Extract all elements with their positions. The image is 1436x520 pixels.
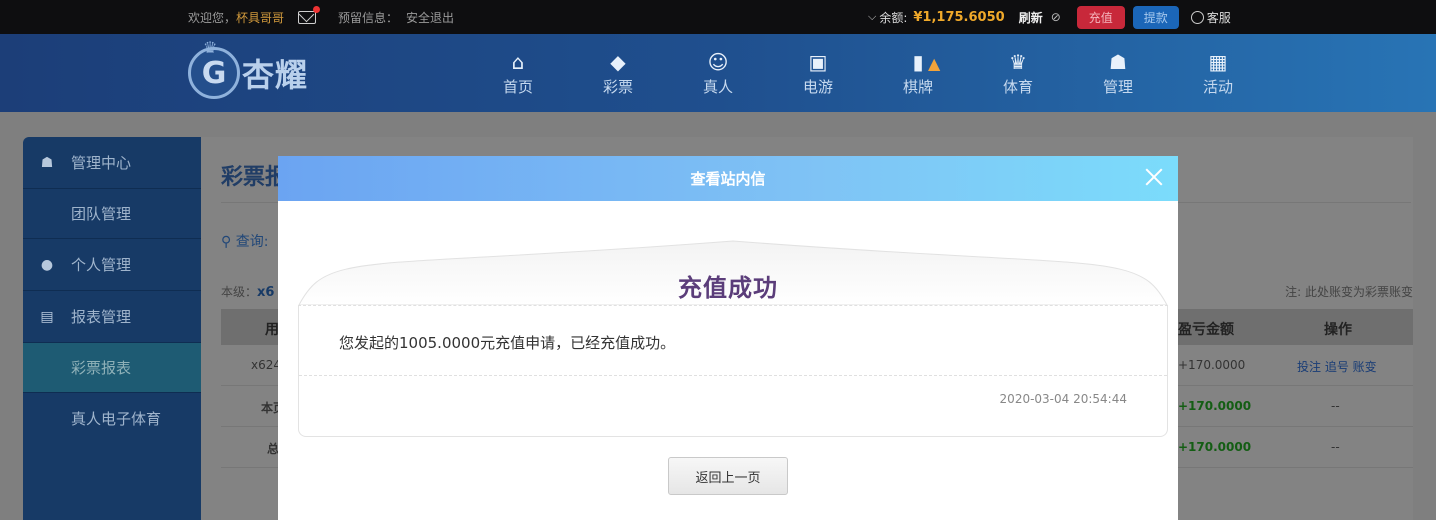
main-header: ♛ G 杏耀 ⌂ 首页 ◆ 彩票 ☺ 真人 ▣ 电游 ▮ 棋牌 ▲ ♛ 体育 ☗ 管理 ▦ 活动 (0, 34, 1436, 112)
logo-emblem-icon: ♛ G (188, 38, 240, 99)
trophy-icon: ♛ (1009, 49, 1027, 74)
cell-profit: +170.0000 (1178, 358, 1246, 372)
level-value[interactable]: x6 (257, 285, 274, 300)
dialog-header: 查看站内信 (278, 156, 1178, 201)
nav-item-0[interactable]: ⌂ 首页 (468, 34, 568, 112)
message-divider (299, 375, 1167, 376)
sidebar: ☗ 管理中心 团队管理 ● 个人管理 ▤ 报表管理 彩票报表 真人电子体育 (23, 137, 201, 520)
balance-label: 余额: (879, 10, 908, 25)
column-header-user: 用 (265, 322, 279, 338)
nav-item-1[interactable]: ◆ 彩票 (568, 34, 668, 112)
user-icon: ● (40, 256, 54, 273)
top-bar-left: 欢迎您， 杯具哥哥 预留信息： 安全退出 (188, 0, 454, 34)
sidebar-item-label: 个人管理 (71, 256, 132, 274)
nav-item-label: 电游 (802, 77, 833, 96)
cell-profit: +170.0000 (1178, 440, 1252, 454)
top-bar: 欢迎您， 杯具哥哥 预留信息： 安全退出 ⌵ 余额: ¥1,175.6050 刷… (0, 0, 1436, 34)
column-header-action: 操作 (1324, 322, 1352, 338)
slot-machine-icon: ▣ (808, 49, 828, 74)
message-card: 您发起的1005.0000元充值申请，已经充值成功。 2020-03-04 20… (298, 305, 1168, 437)
nav-item-label: 活动 (1202, 77, 1233, 96)
search-icon: ⚲ (221, 234, 236, 250)
message-body: 您发起的1005.0000元充值申请，已经充值成功。 (339, 334, 676, 352)
query-link[interactable]: ⚲ 查询: (221, 231, 268, 251)
nav-item-7[interactable]: ▦ 活动 (1168, 34, 1268, 112)
users-icon: ☗ (40, 154, 54, 171)
top-bar-right: ⌵ 余额: ¥1,175.6050 刷新 ⊘ 充值 提款 客服 (868, 0, 1231, 34)
row-action-links[interactable]: 投注 追号 账变 (1297, 358, 1377, 375)
nav-item-3[interactable]: ▣ 电游 (768, 34, 868, 112)
close-icon[interactable] (1140, 163, 1168, 191)
users-icon: ☗ (1109, 49, 1127, 74)
cell-profit: +170.0000 (1178, 399, 1252, 413)
main-nav: ⌂ 首页 ◆ 彩票 ☺ 真人 ▣ 电游 ▮ 棋牌 ▲ ♛ 体育 ☗ 管理 ▦ 活动 (468, 34, 1268, 112)
cards-icon: ▮ (912, 49, 924, 74)
nav-item-label: 管理 (1102, 77, 1133, 96)
sidebar-item-management-center[interactable]: ☗ 管理中心 (23, 137, 201, 189)
customer-service-link[interactable]: 客服 (1207, 9, 1231, 26)
dialog-title: 查看站内信 (690, 170, 766, 188)
nav-item-label: 体育 (1002, 77, 1033, 96)
eye-slash-icon[interactable]: ⊘ (1051, 10, 1061, 24)
column-header-profit: 盈亏金额 (1178, 322, 1234, 338)
cell-action: -- (1331, 440, 1340, 454)
person-icon: ☺ (707, 49, 729, 74)
charge-button[interactable]: 充值 (1076, 5, 1125, 29)
message-heading: 充值成功 (678, 274, 778, 302)
refresh-link[interactable]: 刷新 (1019, 9, 1043, 26)
level-label: 本级： (221, 285, 258, 299)
withdraw-button[interactable]: 提款 (1132, 5, 1179, 29)
sidebar-item-label: 彩票报表 (71, 359, 132, 377)
nav-item-4[interactable]: ▮ 棋牌 ▲ (868, 34, 968, 112)
nav-item-6[interactable]: ☗ 管理 (1068, 34, 1168, 112)
nav-item-5[interactable]: ♛ 体育 (968, 34, 1068, 112)
chat-icon[interactable] (1190, 10, 1204, 24)
site-logo[interactable]: ♛ G 杏耀 (188, 38, 309, 104)
level-info: 本级：x6 (221, 283, 274, 300)
chevron-down-icon[interactable]: ⌵ (868, 10, 876, 24)
sidebar-item-personal[interactable]: ● 个人管理 (23, 239, 201, 291)
nav-item-label: 首页 (502, 77, 533, 96)
welcome-text: 欢迎您， (188, 10, 237, 25)
mail-icon[interactable] (298, 5, 321, 24)
nav-item-label: 彩票 (602, 77, 633, 96)
unread-dot (313, 5, 321, 13)
sidebar-item-live-sports[interactable]: 真人电子体育 (23, 393, 201, 443)
cell-action: -- (1331, 399, 1340, 413)
warning-icon: ▲ (928, 54, 941, 73)
sidebar-item-team[interactable]: 团队管理 (23, 189, 201, 239)
sidebar-item-label: 报表管理 (71, 308, 132, 326)
message-dialog: 查看站内信 充值成功 您发起的1005.0000元充值申请，已经充值成功。 20… (278, 156, 1178, 520)
cell-user: x624 (251, 358, 282, 372)
sidebar-item-lottery-report[interactable]: 彩票报表 (23, 343, 201, 393)
message-timestamp: 2020-03-04 20:54:44 (999, 392, 1127, 406)
report-icon: ▤ (40, 308, 54, 325)
logout-link[interactable]: 安全退出 (406, 9, 454, 26)
nav-item-label: 真人 (702, 77, 733, 96)
query-label: 查询: (235, 234, 269, 250)
gift-icon: ▦ (1208, 49, 1228, 74)
home-icon: ⌂ (511, 49, 525, 74)
nav-item-label: 棋牌 (902, 77, 933, 96)
logo-text: 杏耀 (242, 56, 309, 94)
nav-item-2[interactable]: ☺ 真人 (668, 34, 768, 112)
back-button[interactable]: 返回上一页 (668, 457, 788, 495)
report-note: 注: 此处账变为彩票账变 (1285, 285, 1413, 299)
sidebar-item-label: 真人电子体育 (71, 409, 162, 428)
sidebar-item-label: 团队管理 (71, 205, 132, 223)
username-link[interactable]: 杯具哥哥 (236, 9, 284, 26)
ticket-icon: ◆ (610, 49, 626, 74)
sidebar-item-label: 管理中心 (71, 154, 132, 172)
balance-value: ¥1,175.6050 (913, 9, 1005, 25)
reserve-info-label: 预留信息： (338, 10, 399, 25)
sidebar-item-reports[interactable]: ▤ 报表管理 (23, 291, 201, 343)
